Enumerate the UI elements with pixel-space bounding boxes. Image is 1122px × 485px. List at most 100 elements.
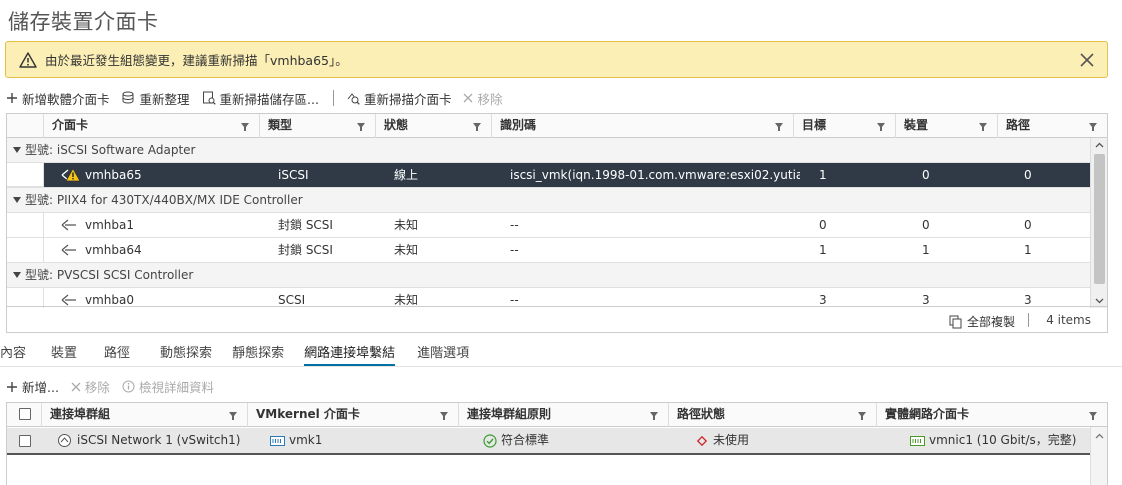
column-header-label: 目標: [802, 118, 827, 132]
adapter-targets: 0: [819, 218, 827, 232]
adapters-grid-footer: 全部複製 4 items: [7, 306, 1107, 332]
adapter-type: SCSI: [278, 293, 306, 307]
column-header-identifier[interactable]: 識別碼: [492, 114, 794, 138]
rescan-storage-button[interactable]: 重新掃描儲存區...: [202, 89, 319, 108]
column-header-policy[interactable]: 連接埠群組原則: [459, 403, 669, 427]
filter-icon[interactable]: [473, 123, 481, 131]
column-header-devices[interactable]: 裝置: [896, 114, 998, 138]
filter-icon[interactable]: [440, 412, 448, 420]
copy-all-label: 全部複製: [966, 315, 1015, 329]
refresh-label: 重新整理: [139, 91, 190, 107]
refresh-button[interactable]: 重新整理: [122, 89, 190, 108]
filter-icon[interactable]: [877, 123, 885, 131]
tab-properties[interactable]: 內容: [0, 340, 26, 367]
table-row[interactable]: iSCSI Network 1 (vSwitch1) vmk1 符合標準 未使用…: [7, 428, 1091, 455]
group-row[interactable]: 型號: PIIX4 for 430TX/440BX/MX IDE Control…: [7, 188, 1091, 213]
chevron-down-icon[interactable]: [1095, 298, 1104, 304]
table-row[interactable]: vmhba1 封鎖 SCSI 未知 -- 0 0 0: [7, 213, 1091, 238]
tab-dynamic-discovery[interactable]: 動態探索: [160, 340, 212, 367]
column-header-type[interactable]: 類型: [260, 114, 376, 138]
chevron-up-icon[interactable]: [1095, 433, 1104, 439]
add-binding-label: 新增...: [22, 380, 59, 395]
column-header-targets[interactable]: 目標: [794, 114, 896, 138]
view-details-button[interactable]: 檢視詳細資料: [122, 377, 214, 396]
table-row[interactable]: vmhba65 iSCSI 線上 iscsi_vmk(iqn.1998-01.c…: [7, 163, 1091, 188]
group-row[interactable]: 型號: PVSCSI SCSI Controller: [7, 263, 1091, 288]
collapse-triangle-icon[interactable]: [13, 271, 21, 279]
remove-binding-button[interactable]: 移除: [71, 377, 110, 396]
adapter-devices: 0: [922, 168, 930, 182]
compliant-check-icon: [483, 434, 497, 448]
header-spacer: [7, 114, 44, 138]
view-details-label: 檢視詳細資料: [138, 380, 214, 395]
adapter-status: 線上: [394, 168, 419, 182]
select-all-checkbox[interactable]: [19, 408, 31, 420]
adapter-identifier: --: [510, 293, 519, 307]
filter-icon[interactable]: [1089, 412, 1097, 420]
filter-icon[interactable]: [357, 123, 365, 131]
binding-scrollbar[interactable]: [1090, 427, 1107, 485]
adapter-identifier: --: [510, 218, 519, 232]
collapse-triangle-icon[interactable]: [13, 146, 21, 154]
warning-alert: 由於最近發生組態變更，建議重新掃描「vmhba65」。: [5, 41, 1108, 78]
group-row[interactable]: 型號: iSCSI Software Adapter: [7, 138, 1091, 163]
adapter-name: vmhba0: [85, 293, 135, 307]
rescan-adapter-button[interactable]: 重新掃描介面卡: [346, 89, 451, 108]
filter-icon[interactable]: [775, 123, 783, 131]
column-header-physical-nic[interactable]: 實體網路介面卡: [877, 403, 1107, 427]
group-label: 型號: PVSCSI SCSI Controller: [25, 268, 194, 282]
tab-divider: [0, 366, 1122, 367]
tab-network-port-binding[interactable]: 網路連接埠繫結: [304, 340, 396, 367]
tab-static-discovery[interactable]: 靜態探索: [232, 340, 284, 367]
port-binding-grid: 連接埠群組 VMkernel 介面卡 連接埠群組原則 路徑狀態 實體網路介面卡 …: [6, 402, 1108, 485]
column-header-adapter[interactable]: 介面卡: [44, 114, 260, 138]
column-header-status[interactable]: 狀態: [376, 114, 492, 138]
filter-icon[interactable]: [650, 412, 658, 420]
row-checkbox[interactable]: [19, 435, 31, 447]
vmkernel-adapter-icon: [270, 436, 285, 446]
adapter-name: vmhba65: [85, 168, 142, 182]
scrollbar-thumb[interactable]: [1094, 154, 1105, 284]
copy-all-button[interactable]: 全部複製: [949, 313, 1015, 330]
policy-status: 符合標準: [501, 433, 550, 447]
column-header-path-status[interactable]: 路徑狀態: [669, 403, 877, 427]
table-row[interactable]: vmhba0 SCSI 未知 -- 3 3 3: [7, 288, 1091, 308]
column-header-port-group[interactable]: 連接埠群組: [42, 403, 248, 427]
column-header-label: 類型: [268, 118, 293, 132]
page-title: 儲存裝置介面卡: [8, 10, 159, 34]
adapter-icon: [61, 219, 76, 231]
tab-advanced-options[interactable]: 進階選項: [417, 340, 469, 367]
adapter-identifier: iscsi_vmk(iqn.1998-01.com.vmware:esxi02.…: [510, 168, 800, 182]
toolbar-separator: [332, 90, 334, 106]
chevron-up-icon[interactable]: [1095, 142, 1104, 148]
column-header-paths[interactable]: 路徑: [998, 114, 1107, 138]
rescan-storage-icon: [202, 91, 216, 105]
column-header-label: 連接埠群組: [50, 407, 111, 421]
adapter-targets: 1: [819, 243, 827, 257]
tab-devices[interactable]: 裝置: [51, 340, 77, 367]
close-icon[interactable]: [1079, 52, 1095, 68]
column-header-vmkernel[interactable]: VMkernel 介面卡: [248, 403, 459, 427]
add-software-adapter-label: 新增軟體介面卡: [22, 91, 110, 107]
remove-adapter-button[interactable]: 移除: [463, 89, 502, 108]
filter-icon[interactable]: [241, 123, 249, 131]
database-refresh-icon: [122, 91, 134, 104]
row-indent: [7, 163, 44, 187]
filter-icon[interactable]: [1089, 123, 1097, 131]
table-row[interactable]: vmhba64 封鎖 SCSI 未知 -- 1 1 1: [7, 238, 1091, 263]
item-count: 4 items: [1046, 313, 1091, 327]
filter-icon[interactable]: [229, 412, 237, 420]
add-software-adapter-button[interactable]: 新增軟體介面卡: [6, 89, 110, 108]
adapters-scrollbar[interactable]: [1090, 138, 1107, 308]
column-header-label: 裝置: [904, 118, 929, 132]
binding-toolbar: 新增... 移除 檢視詳細資料: [6, 377, 226, 396]
group-label: 型號: PIIX4 for 430TX/440BX/MX IDE Control…: [25, 193, 303, 207]
copy-icon: [949, 315, 962, 328]
collapse-triangle-icon[interactable]: [13, 196, 21, 204]
group-label: 型號: iSCSI Software Adapter: [25, 143, 196, 157]
rescan-adapter-icon: [347, 93, 360, 105]
add-binding-button[interactable]: 新增...: [6, 377, 59, 396]
filter-icon[interactable]: [858, 412, 866, 420]
tab-paths[interactable]: 路徑: [104, 340, 130, 367]
filter-icon[interactable]: [979, 123, 987, 131]
